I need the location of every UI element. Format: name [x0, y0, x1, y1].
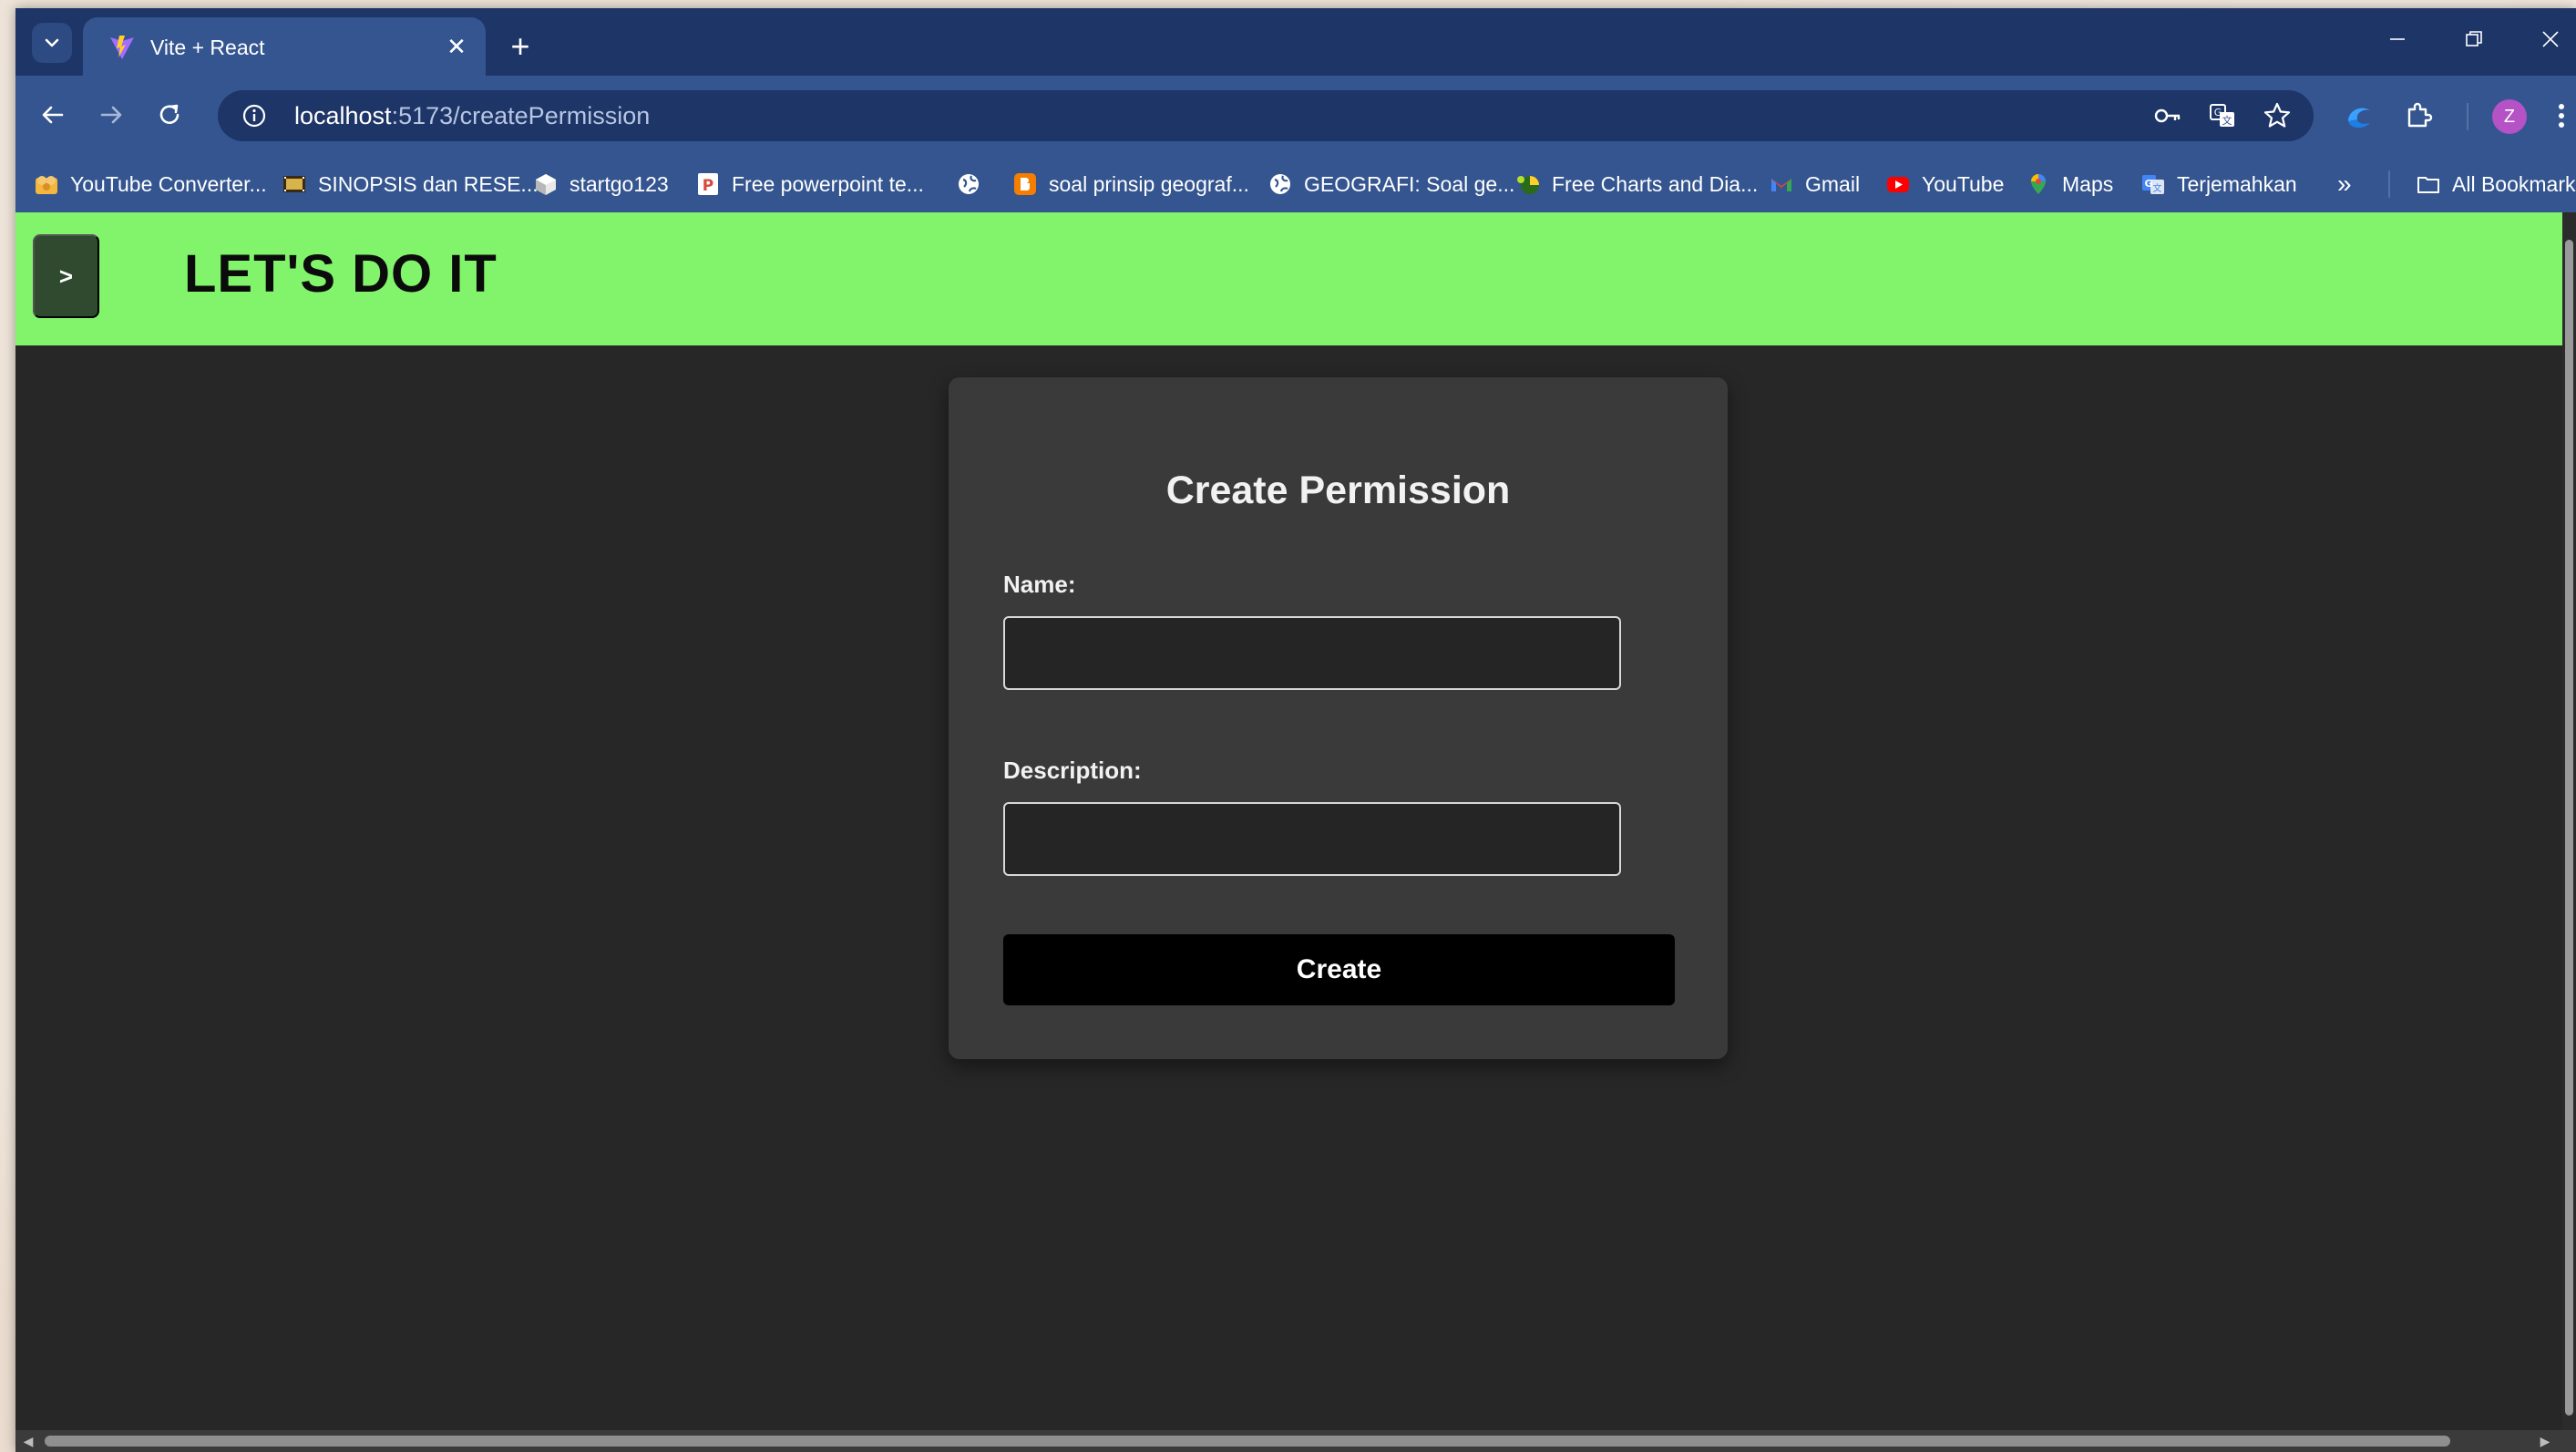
bookmark-globe[interactable] [956, 156, 992, 212]
powerpoint-icon: P [698, 173, 718, 195]
create-button[interactable]: Create [1003, 934, 1675, 1005]
extensions-icon[interactable] [2401, 98, 2437, 134]
svg-text:G: G [2144, 178, 2152, 190]
bookmark-gmail[interactable]: Gmail [1769, 156, 1860, 212]
description-input[interactable] [1003, 802, 1621, 876]
chevron-down-icon [45, 38, 59, 47]
bookmark-soal-prinsip[interactable]: soal prinsip geograf... [1012, 156, 1249, 212]
tab-title: Vite + React [150, 36, 265, 59]
browser-toolbar: localhost:5173/createPermission 文 G Z [15, 76, 2576, 156]
folder-icon [2417, 177, 2439, 193]
star-icon[interactable] [2263, 101, 2292, 130]
svg-text:P: P [703, 177, 713, 195]
app-title: LET'S DO IT [184, 244, 498, 304]
close-window-button[interactable] [2521, 19, 2576, 59]
back-button[interactable] [32, 94, 74, 136]
scroll-right-arrow[interactable]: ▶ [2536, 1432, 2554, 1450]
horizontal-scroll-thumb[interactable] [45, 1436, 2450, 1447]
arrow-right-icon [100, 106, 122, 124]
bookmark-youtube-converter[interactable]: YouTube Converter... [34, 156, 267, 212]
url-path: :5173/createPermission [391, 102, 651, 129]
url-host: localhost [294, 102, 392, 129]
svg-text:文: 文 [2222, 114, 2232, 127]
profile-avatar[interactable]: Z [2492, 99, 2527, 134]
restore-button[interactable] [2445, 19, 2503, 59]
app-header: > LET'S DO IT [15, 212, 2562, 345]
all-bookmarks-button[interactable]: All Bookmarks [2416, 156, 2576, 212]
key-icon[interactable] [2153, 101, 2182, 130]
globe-icon [1270, 174, 1290, 194]
form-title: Create Permission [1165, 469, 1511, 512]
page-viewport: > LET'S DO IT Create Permission Name: De… [15, 212, 2562, 1439]
svg-text:G: G [2214, 107, 2222, 118]
edge-sidebar-icon[interactable] [2341, 98, 2377, 134]
gmail-icon [1771, 179, 1791, 191]
bookmark-youtube[interactable]: YouTube [1885, 156, 2004, 212]
minimize-button[interactable] [2368, 19, 2427, 59]
arrow-left-icon [42, 106, 64, 124]
browser-window: Vite + React ✕ + localhost:5173/createPe… [15, 8, 2576, 1452]
reload-icon [159, 104, 180, 124]
name-label: Name: [1003, 571, 1076, 598]
bookmark-geografi[interactable]: GEOGRAFI: Soal ge... [1267, 156, 1514, 212]
forward-button[interactable] [90, 94, 132, 136]
bookmarks-bar: YouTube Converter... SINOPSIS dan RESE..… [15, 156, 2576, 212]
restore-icon [2466, 31, 2482, 46]
address-bar[interactable]: localhost:5173/createPermission 文 G [218, 90, 2314, 141]
toolbar-divider [2467, 103, 2468, 130]
url-text: localhost:5173/createPermission [294, 102, 650, 130]
globe-icon [959, 174, 979, 194]
svg-text:文: 文 [2153, 182, 2162, 194]
description-label: Description: [1003, 757, 1142, 784]
horizontal-scrollbar[interactable]: ◀ ▶ [15, 1430, 2576, 1452]
cube-icon [536, 174, 556, 195]
translate-page-icon[interactable]: 文 G [2208, 101, 2237, 130]
bookmark-sinopsis[interactable]: SINOPSIS dan RESE... [282, 156, 539, 212]
bookmark-free-charts[interactable]: Free Charts and Dia... [1515, 156, 1758, 212]
bookmarks-divider [2388, 170, 2390, 198]
vite-icon [110, 36, 134, 59]
folder-character-icon [36, 176, 57, 194]
scroll-left-arrow[interactable]: ◀ [19, 1432, 37, 1450]
kebab-menu-icon[interactable] [2552, 98, 2571, 134]
close-tab-icon[interactable]: ✕ [440, 30, 473, 63]
bookmarks-overflow-button[interactable]: » [2337, 156, 2352, 212]
create-permission-card: Create Permission Name: Description: Cre… [949, 377, 1728, 1059]
reload-button[interactable] [149, 94, 190, 136]
blogger-icon [1014, 173, 1036, 195]
sidebar-toggle-button[interactable]: > [33, 234, 99, 318]
vertical-scrollbar[interactable] [2562, 212, 2576, 1439]
tab-active[interactable]: Vite + React ✕ [83, 17, 486, 76]
youtube-icon [1887, 177, 1909, 192]
site-info-icon[interactable] [241, 103, 267, 129]
minimize-icon [2390, 38, 2405, 40]
maps-icon [2031, 174, 2046, 194]
vertical-scroll-thumb[interactable] [2565, 240, 2573, 1416]
tab-search-button[interactable] [32, 23, 72, 63]
close-icon [2542, 31, 2559, 47]
film-icon [283, 176, 305, 192]
bookmark-free-powerpoint[interactable]: P Free powerpoint te... [695, 156, 924, 212]
bookmark-terjemahkan[interactable]: G 文 Terjemahkan [2140, 156, 2297, 212]
bookmark-startgo123[interactable]: startgo123 [533, 156, 669, 212]
new-tab-button[interactable]: + [500, 26, 540, 67]
bookmark-maps[interactable]: Maps [2026, 156, 2113, 212]
tab-strip: Vite + React ✕ + [15, 8, 2576, 76]
name-input[interactable] [1003, 616, 1621, 690]
chart-icon [1517, 176, 1539, 194]
translate-icon: G 文 [2142, 175, 2164, 194]
